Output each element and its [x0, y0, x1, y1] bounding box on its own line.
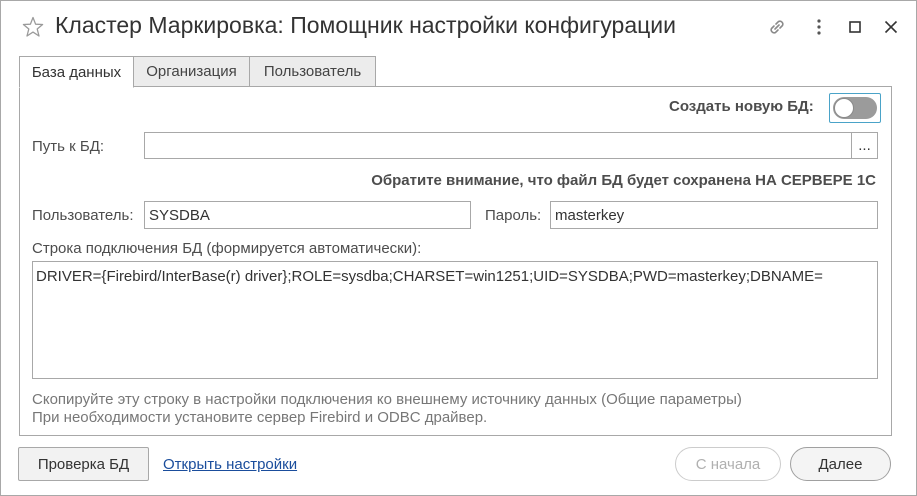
more-vertical-icon[interactable] — [807, 15, 831, 39]
toggle-track — [833, 97, 877, 119]
create-db-label: Создать новую БД: — [669, 98, 814, 115]
server-notice: Обратите внимание, что файл БД будет сох… — [371, 172, 876, 189]
hint-copy-line: Скопируйте эту строку в настройки подклю… — [32, 391, 742, 408]
password-label: Пароль: — [485, 207, 542, 224]
toggle-knob — [834, 98, 854, 118]
maximize-icon[interactable] — [843, 15, 867, 39]
close-icon[interactable] — [879, 15, 903, 39]
title-bar: Кластер Маркировка: Помощник настройки к… — [1, 1, 916, 53]
connection-string-field[interactable]: DRIVER={Firebird/InterBase(r) driver};RO… — [32, 261, 878, 379]
window-title: Кластер Маркировка: Помощник настройки к… — [55, 12, 676, 38]
connection-string-label: Строка подключения БД (формируется автом… — [32, 240, 422, 257]
hint-install-line: При необходимости установите сервер Fire… — [32, 409, 488, 426]
next-button[interactable]: Далее — [790, 447, 891, 481]
tab-label: Организация — [146, 63, 237, 80]
password-input[interactable]: masterkey — [550, 201, 878, 229]
tab-user[interactable]: Пользователь — [249, 56, 376, 87]
tab-label: База данных — [31, 63, 122, 81]
open-settings-link[interactable]: Открыть настройки — [163, 456, 297, 473]
db-path-label: Путь к БД: — [32, 138, 105, 155]
user-input[interactable]: SYSDBA — [144, 201, 471, 229]
restart-button[interactable]: С начала — [675, 447, 781, 481]
star-icon[interactable] — [21, 15, 45, 39]
assistant-window: Кластер Маркировка: Помощник настройки к… — [0, 0, 917, 496]
db-path-input[interactable] — [144, 132, 852, 159]
link-icon[interactable] — [765, 15, 789, 39]
create-db-toggle[interactable] — [829, 93, 881, 123]
tab-organization[interactable]: Организация — [133, 56, 250, 87]
browse-path-button[interactable]: ... — [851, 132, 878, 159]
user-label: Пользователь: — [32, 207, 134, 224]
check-db-button[interactable]: Проверка БД — [18, 447, 149, 481]
tab-database[interactable]: База данных — [19, 56, 134, 88]
tab-label: Пользователь — [263, 63, 362, 80]
